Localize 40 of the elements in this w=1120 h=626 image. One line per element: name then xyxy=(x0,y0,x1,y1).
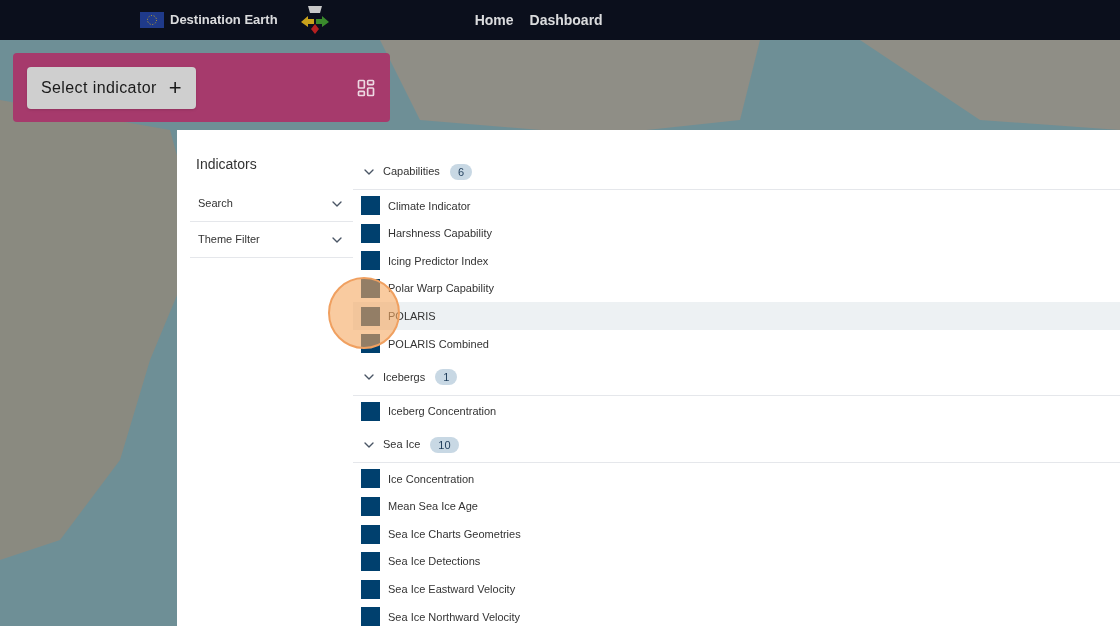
group-header[interactable]: Capabilities 6 xyxy=(353,154,1120,190)
indicator-item[interactable]: Polar Warp Capability xyxy=(353,274,1120,303)
indicator-icon xyxy=(361,497,380,517)
flag-icon xyxy=(140,12,164,28)
count-badge: 6 xyxy=(449,163,472,180)
indicator-icon xyxy=(361,334,380,354)
indicator-icon xyxy=(361,251,380,271)
indicator-icon xyxy=(361,469,380,489)
nav-link[interactable]: Home xyxy=(474,9,514,31)
nav-link[interactable]: Dashboard xyxy=(529,9,603,31)
indicator-icon xyxy=(361,607,380,626)
indicator-item[interactable]: Sea Ice Detections xyxy=(353,547,1120,576)
brand-name: Destination Earth xyxy=(170,11,278,30)
indicator-item[interactable]: Mean Sea Ice Age xyxy=(353,492,1120,521)
indicator-item[interactable]: POLARIS Combined xyxy=(353,329,1120,358)
select-indicator-button[interactable]: Select indicator + xyxy=(27,66,197,109)
count-badge: 10 xyxy=(430,436,459,453)
indicator-item[interactable]: Harshness Capability xyxy=(353,219,1120,248)
indicator-icon xyxy=(361,579,380,599)
indicator-icon xyxy=(361,306,380,326)
indicator-item[interactable]: Sea Ice Eastward Velocity xyxy=(353,575,1120,604)
count-badge: 1 xyxy=(435,369,458,386)
indicator-item[interactable]: Icing Predictor Index xyxy=(353,247,1120,275)
indicator-icon xyxy=(361,223,380,243)
indicator-item[interactable]: Climate Indicator xyxy=(353,192,1120,220)
indicator-item[interactable]: Sea Ice Charts Geometries xyxy=(353,520,1120,548)
indicator-item[interactable]: Sea Ice Northward Velocity xyxy=(353,603,1120,626)
indicator-icon xyxy=(361,552,380,572)
dashboard-icon[interactable] xyxy=(356,77,376,98)
indicator-item[interactable]: Iceberg Concentration xyxy=(353,397,1120,426)
dialog-title: Indicators xyxy=(195,155,258,174)
filter-dropdown[interactable]: Theme Filter xyxy=(190,222,353,258)
indicator-icon xyxy=(361,196,380,216)
group-header[interactable]: Sea Ice 10 xyxy=(353,427,1120,464)
indicator-icon xyxy=(361,524,380,544)
filter-dropdown[interactable]: Search xyxy=(190,186,353,222)
indicator-item[interactable]: Ice Concentration xyxy=(353,465,1120,493)
indicator-icon xyxy=(361,279,380,299)
indicator-icon xyxy=(361,401,380,421)
group-header[interactable]: Icebergs 1 xyxy=(353,359,1120,396)
